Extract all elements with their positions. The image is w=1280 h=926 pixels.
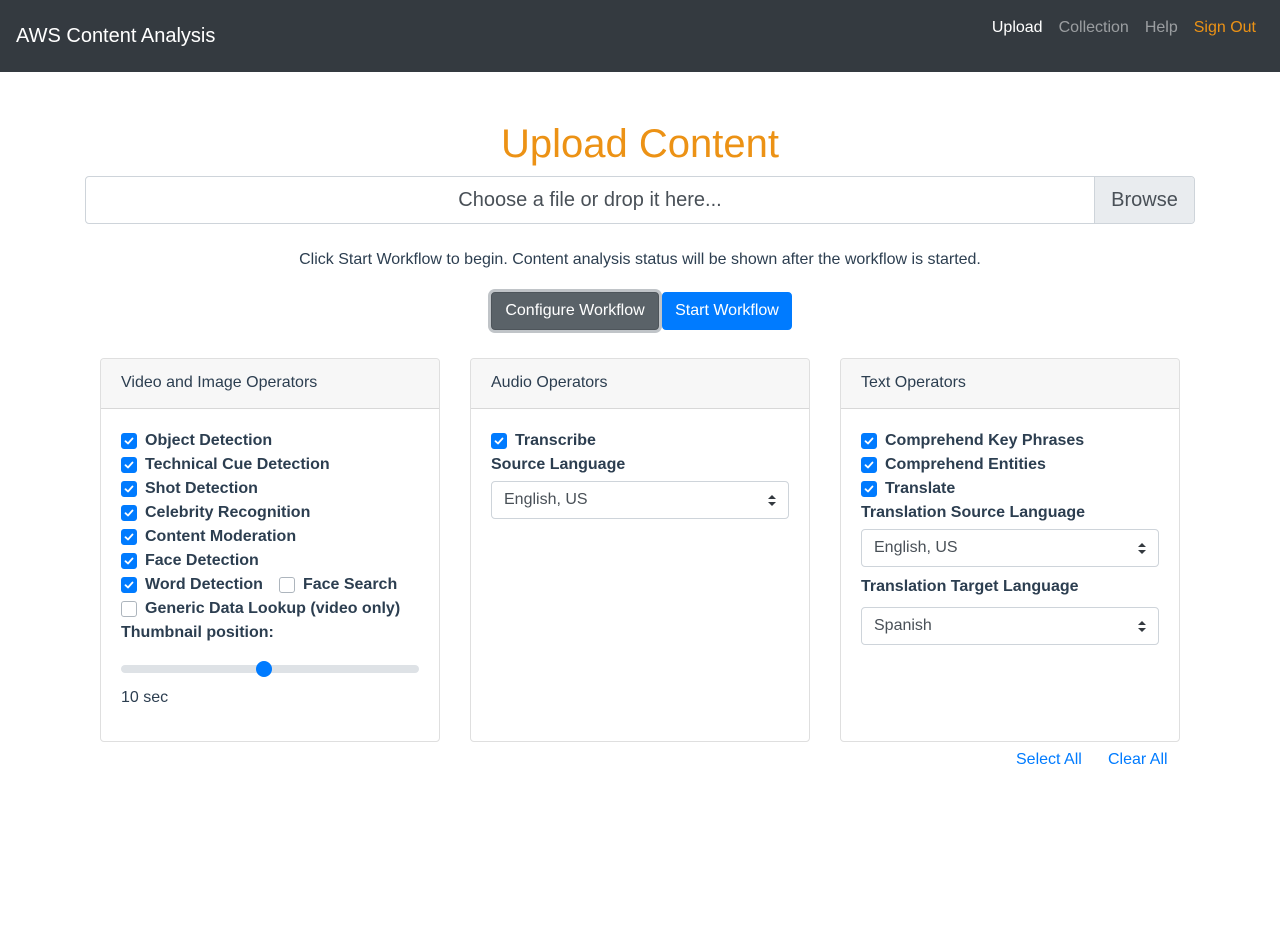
nav-link-help[interactable]: Help	[1137, 16, 1186, 40]
translation-source-language-label: Translation Source Language	[861, 504, 1086, 521]
browse-button[interactable]: Browse	[1094, 177, 1194, 223]
option-face-detection[interactable]: Face Detection	[121, 549, 419, 573]
option-object-detection[interactable]: Object Detection	[121, 429, 419, 453]
option-label: Shot Detection	[145, 480, 258, 497]
option-technical-cue-detection[interactable]: Technical Cue Detection	[121, 453, 419, 477]
check-icon	[124, 557, 134, 565]
audio-operators-card: Audio Operators Transcribe Source Langua…	[470, 358, 810, 742]
app-brand[interactable]: AWS Content Analysis	[16, 24, 215, 48]
file-drop-input[interactable]: Choose a file or drop it here... Browse	[85, 176, 1195, 224]
sort-caret-icon	[768, 495, 776, 506]
checkbox[interactable]	[861, 433, 877, 449]
configure-workflow-button[interactable]: Configure Workflow	[491, 292, 659, 330]
checkbox[interactable]	[121, 601, 137, 617]
translation-source-language-select[interactable]: English, US	[861, 529, 1159, 567]
checkbox[interactable]	[278, 577, 295, 593]
clear-all-link[interactable]: Clear All	[1108, 750, 1168, 770]
option-label: Content Moderation	[145, 528, 297, 545]
option-label: Translate	[885, 480, 956, 497]
option-translate[interactable]: Translate	[861, 477, 1159, 501]
checkbox[interactable]	[861, 481, 877, 497]
nav-link-sign-out[interactable]: Sign Out	[1186, 16, 1264, 40]
translation-target-language-select[interactable]: Spanish	[861, 607, 1159, 645]
thumbnail-position-value: 10 sec	[121, 689, 169, 706]
card-header: Text Operators	[841, 359, 1179, 409]
option-label: Celebrity Recognition	[145, 504, 311, 521]
option-label: Object Detection	[145, 432, 273, 449]
checkbox[interactable]	[491, 433, 507, 449]
check-icon	[864, 437, 874, 445]
option-word-detection[interactable]: Word Detection	[121, 576, 263, 594]
option-label: Comprehend Key Phrases	[885, 432, 1085, 449]
nav-link-collection[interactable]: Collection	[1051, 16, 1137, 40]
sort-caret-icon	[1138, 621, 1146, 632]
slider-thumb[interactable]	[256, 661, 273, 677]
option-label: Face Detection	[145, 552, 259, 569]
workflow-hint: Click Start Workflow to begin. Content a…	[299, 251, 981, 268]
option-label: Technical Cue Detection	[145, 456, 330, 473]
check-icon	[864, 461, 874, 469]
check-icon	[864, 485, 874, 493]
text-operators-card: Text Operators Comprehend Key Phrases Co…	[840, 358, 1180, 742]
option-comprehend-entities[interactable]: Comprehend Entities	[861, 453, 1159, 477]
select-value: Spanish	[874, 617, 932, 634]
option-row-word-face: Word Detection Face Search	[121, 573, 419, 597]
check-icon	[124, 509, 134, 517]
check-icon	[124, 581, 134, 589]
card-header: Video and Image Operators	[101, 359, 439, 409]
file-input-placeholder: Choose a file or drop it here...	[458, 189, 722, 211]
checkbox[interactable]	[121, 433, 137, 449]
source-language-select[interactable]: English, US	[491, 481, 789, 519]
thumbnail-position-label: Thumbnail position:	[121, 624, 274, 641]
nav-links: Upload Collection Help Sign Out	[984, 16, 1264, 40]
option-face-search[interactable]: Face Search	[278, 576, 398, 594]
checkbox[interactable]	[121, 553, 137, 569]
checkbox[interactable]	[121, 457, 137, 473]
option-label: Word Detection	[145, 576, 263, 593]
check-icon	[124, 533, 134, 541]
card-header: Audio Operators	[471, 359, 809, 409]
check-icon	[124, 437, 134, 445]
check-icon	[124, 461, 134, 469]
translation-target-language-label: Translation Target Language	[861, 578, 1079, 595]
select-all-link[interactable]: Select All	[1016, 750, 1082, 770]
check-icon	[494, 437, 504, 445]
option-comprehend-key-phrases[interactable]: Comprehend Key Phrases	[861, 429, 1159, 453]
option-celebrity-recognition[interactable]: Celebrity Recognition	[121, 501, 419, 525]
option-transcribe[interactable]: Transcribe	[491, 429, 789, 453]
checkbox[interactable]	[121, 529, 137, 545]
option-label: Transcribe	[515, 432, 596, 449]
page-title: Upload Content	[501, 122, 779, 166]
sort-caret-icon	[1138, 543, 1146, 554]
checkbox[interactable]	[861, 457, 877, 473]
option-label: Comprehend Entities	[885, 456, 1046, 473]
check-icon	[124, 485, 134, 493]
option-generic-data-lookup[interactable]: Generic Data Lookup (video only)	[121, 597, 419, 621]
navbar: AWS Content Analysis Upload Collection H…	[0, 0, 1280, 72]
checkbox[interactable]	[121, 577, 137, 593]
nav-link-upload[interactable]: Upload	[984, 16, 1051, 40]
select-value: English, US	[504, 491, 588, 508]
checkbox[interactable]	[121, 505, 137, 521]
option-content-moderation[interactable]: Content Moderation	[121, 525, 419, 549]
thumbnail-position-slider[interactable]	[121, 661, 419, 677]
option-label: Generic Data Lookup (video only)	[145, 600, 401, 617]
option-shot-detection[interactable]: Shot Detection	[121, 477, 419, 501]
source-language-label: Source Language	[491, 456, 626, 473]
option-label: Face Search	[302, 576, 398, 593]
video-operators-card: Video and Image Operators Object Detecti…	[100, 358, 440, 742]
select-value: English, US	[874, 539, 958, 556]
checkbox[interactable]	[121, 481, 137, 497]
start-workflow-button[interactable]: Start Workflow	[662, 292, 792, 330]
